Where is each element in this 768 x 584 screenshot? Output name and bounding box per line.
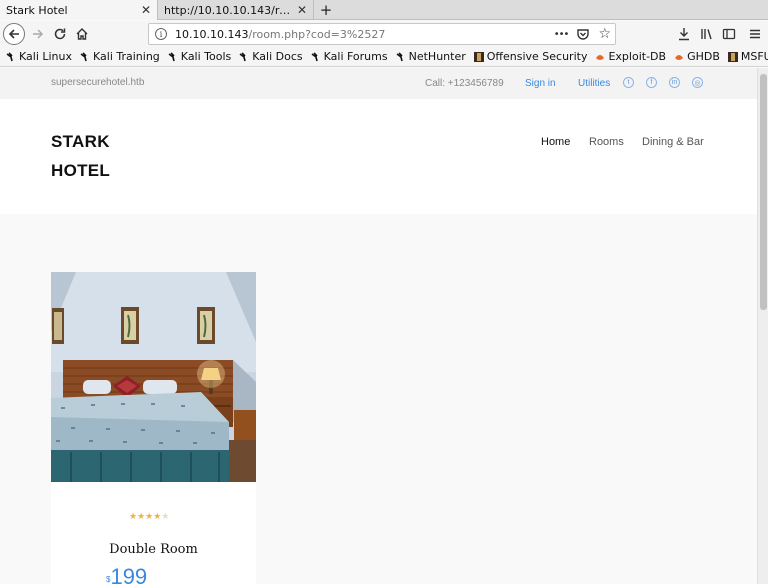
- star-empty-icon: ★: [161, 512, 170, 522]
- bookmark-kali-linux[interactable]: Kali Linux: [6, 50, 72, 63]
- site-info-icon[interactable]: i: [155, 28, 167, 40]
- facebook-icon[interactable]: f: [646, 77, 657, 88]
- bookmark-kali-tools[interactable]: Kali Tools: [168, 50, 231, 63]
- price-amount: 199: [110, 564, 148, 584]
- bookmark-label: MSFU: [740, 50, 768, 63]
- downloads-button[interactable]: [673, 23, 695, 45]
- bookmarks-toolbar: Kali Linux Kali Training Kali Tools Kali Do…: [0, 47, 768, 67]
- bookmark-offensive-security[interactable]: Offensive Security: [473, 50, 588, 63]
- bookmark-exploit-db[interactable]: Exploit-DB: [595, 50, 666, 63]
- bookmark-label: Kali Forums: [323, 50, 388, 63]
- tab-title: http://10.10.10.143/rooms-s: [164, 3, 293, 17]
- linkedin-icon[interactable]: in: [669, 77, 680, 88]
- nav-rooms[interactable]: Rooms: [589, 136, 624, 148]
- dribbble-icon[interactable]: ◎: [692, 77, 703, 88]
- room-rating: ★★★★★: [129, 512, 169, 522]
- offsec-icon: [473, 51, 484, 62]
- new-tab-button[interactable]: +: [316, 0, 336, 20]
- tab-stark-hotel[interactable]: Stark Hotel ✕: [0, 0, 158, 20]
- url-actions: ••• ☆: [554, 24, 611, 44]
- library-icon: [701, 29, 712, 40]
- bookmark-ghdb[interactable]: GHDB: [674, 50, 720, 63]
- bookmark-msfu[interactable]: MSFU: [727, 50, 768, 63]
- tab-bar: Stark Hotel ✕ http://10.10.10.143/rooms-…: [0, 0, 768, 20]
- tab-title: Stark Hotel: [6, 3, 68, 17]
- room-price: $199: [106, 564, 147, 584]
- site-topbar: supersecurehotel.htb Call: +123456789 Si…: [0, 68, 757, 99]
- kali-dragon-icon: [168, 51, 175, 61]
- menu-icon: [750, 29, 760, 39]
- url-path: /room.php?cod=3%2527: [248, 27, 386, 41]
- sidebar-button[interactable]: [718, 23, 740, 45]
- logo-line-2: HOTEL: [51, 161, 111, 180]
- close-tab-icon[interactable]: ✕: [297, 3, 307, 17]
- bookmark-label: Kali Docs: [252, 50, 303, 63]
- kali-dragon-icon: [396, 51, 403, 61]
- kali-dragon-icon: [311, 51, 318, 61]
- bookmark-label: Kali Tools: [180, 50, 232, 63]
- site-logo[interactable]: STARK HOTEL: [51, 127, 141, 185]
- bookmark-label: Kali Linux: [19, 50, 73, 63]
- nav-home[interactable]: Home: [541, 136, 570, 148]
- url-bar[interactable]: i 10.10.10.143/room.php?cod=3%2527 ••• ☆: [148, 23, 616, 45]
- room-name[interactable]: Double Room: [51, 542, 256, 557]
- site-domain: supersecurehotel.htb: [51, 77, 145, 88]
- call-text: Call: +123456789: [425, 78, 504, 89]
- scrollbar-thumb[interactable]: [760, 74, 767, 310]
- close-tab-icon[interactable]: ✕: [141, 3, 151, 17]
- home-icon: [76, 28, 88, 40]
- bookmark-label: Exploit-DB: [608, 50, 667, 63]
- library-button[interactable]: [696, 23, 718, 45]
- url-host: 10.10.10.143: [175, 27, 249, 41]
- reload-icon: [54, 28, 66, 40]
- tab-rooms[interactable]: http://10.10.10.143/rooms-s ✕: [158, 0, 314, 20]
- exploitdb-icon: [596, 54, 605, 60]
- sign-in-link[interactable]: Sign in: [525, 78, 556, 89]
- home-button[interactable]: [71, 23, 93, 45]
- bookmark-label: NetHunter: [408, 50, 466, 63]
- nav-dining-bar[interactable]: Dining & Bar: [642, 136, 704, 148]
- page-scrollbar[interactable]: [757, 68, 768, 584]
- bookmark-star-icon[interactable]: ☆: [598, 26, 611, 42]
- bookmark-kali-forums[interactable]: Kali Forums: [311, 50, 388, 63]
- bookmark-label: Offensive Security: [486, 50, 588, 63]
- back-button[interactable]: [3, 23, 25, 45]
- utilities-link[interactable]: Utilities: [578, 78, 610, 89]
- star-filled-icon: ★: [129, 512, 138, 522]
- kali-dragon-icon: [80, 51, 87, 61]
- bookmark-nethunter[interactable]: NetHunter: [396, 50, 466, 63]
- offsec-icon: [727, 51, 738, 62]
- bookmark-label: GHDB: [687, 50, 720, 63]
- kali-dragon-icon: [6, 51, 13, 61]
- web-page: supersecurehotel.htb Call: +123456789 Si…: [0, 68, 757, 584]
- bookmark-kali-docs[interactable]: Kali Docs: [239, 50, 303, 63]
- bookmark-kali-training[interactable]: Kali Training: [80, 50, 160, 63]
- kali-dragon-icon: [239, 51, 247, 61]
- forward-arrow-icon: [33, 29, 44, 39]
- reload-button[interactable]: [49, 23, 71, 45]
- logo-line-1: STARK: [51, 132, 110, 151]
- room-card[interactable]: ★★★★★ Double Room $199: [51, 272, 256, 584]
- star-filled-icon: ★: [137, 512, 146, 522]
- download-icon: [679, 28, 689, 41]
- navigation-toolbar: i 10.10.10.143/room.php?cod=3%2527 ••• ☆: [0, 21, 768, 47]
- twitter-icon[interactable]: t: [623, 77, 634, 88]
- bookmark-label: Kali Training: [93, 50, 160, 63]
- menu-button[interactable]: [744, 23, 766, 45]
- room-photo[interactable]: [51, 272, 256, 482]
- sidebar-icon: [722, 28, 736, 40]
- site-header: STARK HOTEL Home Rooms Dining & Bar: [0, 99, 757, 214]
- exploitdb-icon: [675, 54, 684, 60]
- forward-button[interactable]: [27, 23, 49, 45]
- pocket-icon[interactable]: [576, 27, 590, 41]
- page-actions-button[interactable]: •••: [554, 29, 570, 40]
- back-arrow-icon: [8, 29, 19, 39]
